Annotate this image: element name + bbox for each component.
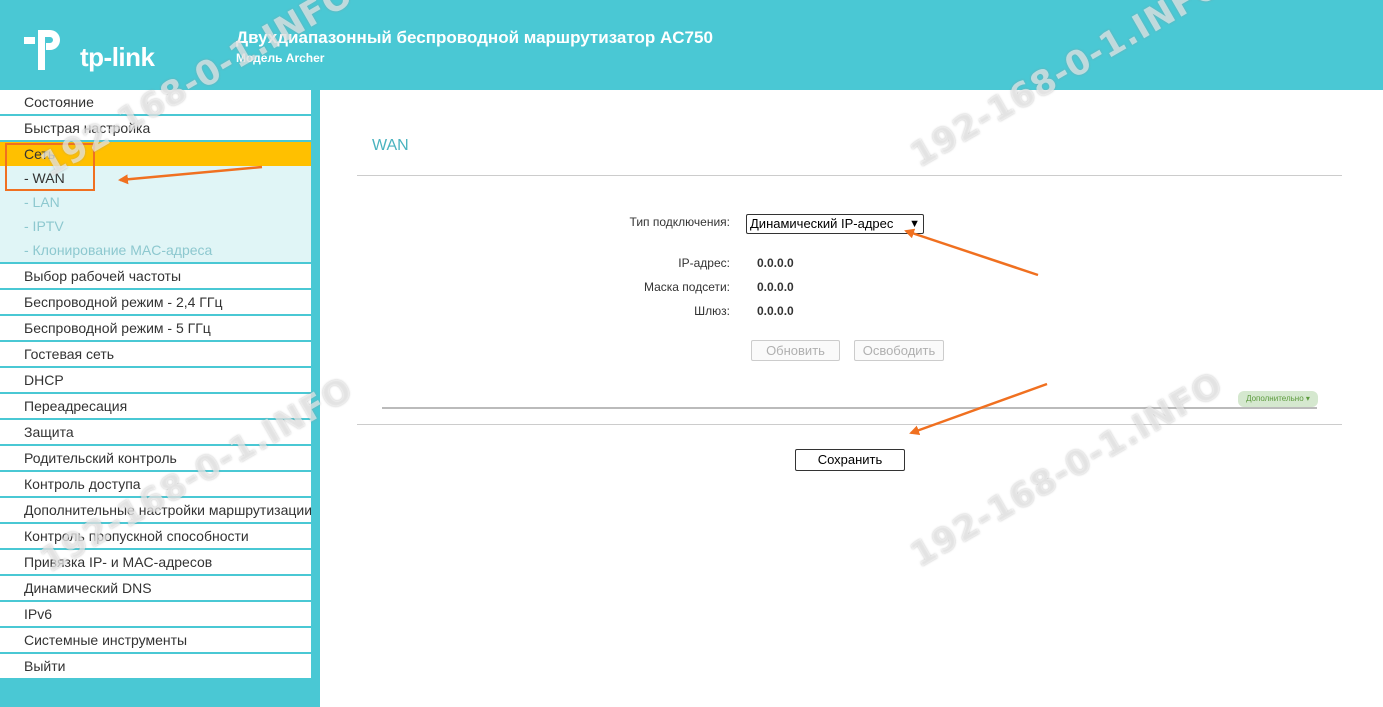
subnet-mask-label: Маска подсети: <box>643 280 730 294</box>
chevron-down-icon: ▼ <box>909 218 920 230</box>
subnet-mask-value: 0.0.0.0 <box>757 280 794 294</box>
ip-address-value: 0.0.0.0 <box>757 256 794 270</box>
tp-link-logo: tp-link <box>22 24 172 80</box>
sidebar-item-wireless-24[interactable]: Беспроводной режим - 2,4 ГГц <box>0 290 311 316</box>
connection-type-value: Динамический IP-адрес <box>750 216 894 231</box>
advanced-toggle[interactable]: Дополнительно ▾ <box>1238 391 1318 407</box>
connection-type-select[interactable]: Динамический IP-адрес ▼ <box>746 214 924 234</box>
release-button[interactable]: Освободить <box>854 340 944 361</box>
sidebar-item-ddns[interactable]: Динамический DNS <box>0 576 311 602</box>
divider <box>357 424 1342 425</box>
divider <box>357 175 1342 176</box>
ip-address-label: IP-адрес: <box>678 256 730 270</box>
gateway-value: 0.0.0.0 <box>757 304 794 318</box>
gateway-label: Шлюз: <box>694 304 730 318</box>
sidebar-item-guest-network[interactable]: Гостевая сеть <box>0 342 311 368</box>
sidebar-item-dhcp[interactable]: DHCP <box>0 368 311 394</box>
sidebar-item-logout[interactable]: Выйти <box>0 654 311 680</box>
section-title: WAN <box>372 137 409 154</box>
advanced-label: Дополнительно <box>1246 394 1304 403</box>
chevron-down-icon: ▾ <box>1305 394 1310 403</box>
sidebar-subitem-lan[interactable]: - LAN <box>0 190 311 214</box>
sidebar-item-system-tools[interactable]: Системные инструменты <box>0 628 311 654</box>
tp-link-logo-icon <box>24 30 60 70</box>
connection-type-label: Тип подключения: <box>629 215 730 229</box>
sidebar-item-band-select[interactable]: Выбор рабочей частоты <box>0 264 311 290</box>
sidebar-item-wireless-5[interactable]: Беспроводной режим - 5 ГГц <box>0 316 311 342</box>
renew-button[interactable]: Обновить <box>751 340 840 361</box>
sidebar-item-ipv6[interactable]: IPv6 <box>0 602 311 628</box>
save-button[interactable]: Сохранить <box>795 449 905 471</box>
sidebar-subitem-iptv[interactable]: - IPTV <box>0 214 311 238</box>
sidebar-subitem-mac-clone[interactable]: - Клонирование MAC-адреса <box>0 238 311 264</box>
brand-name: tp-link <box>80 42 155 72</box>
